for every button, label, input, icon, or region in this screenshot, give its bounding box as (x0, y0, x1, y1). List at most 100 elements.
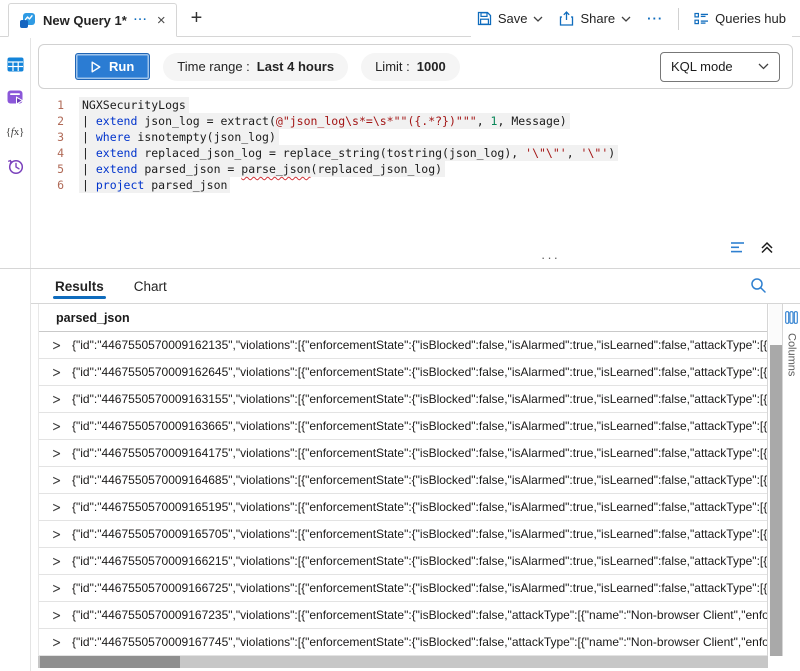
columns-panel-label: Columns (786, 333, 798, 376)
horizontal-scrollbar[interactable] (38, 656, 768, 668)
expand-row-icon[interactable]: > (52, 554, 63, 568)
save-label: Save (498, 11, 528, 26)
history-icon[interactable] (4, 156, 26, 176)
expand-row-icon[interactable]: > (52, 500, 63, 514)
expand-row-icon[interactable]: > (52, 608, 63, 622)
code-text: | where isnotempty(json_log) (79, 129, 279, 145)
results-table-body: > {"id":"4467550570009162135","violations… (39, 332, 767, 656)
queries-hub-icon (694, 12, 709, 26)
expand-row-icon[interactable]: > (52, 365, 63, 379)
save-chevron-down-icon (533, 16, 543, 22)
vertical-scrollbar[interactable] (769, 304, 782, 656)
table-row[interactable]: > {"id":"4467550570009165195","violations… (39, 494, 767, 521)
expand-row-icon[interactable]: > (52, 419, 63, 433)
saved-scripts-icon[interactable] (4, 88, 26, 108)
time-range-value: Last 4 hours (257, 59, 334, 74)
code-text: | project parsed_json (79, 177, 230, 193)
table-row[interactable]: > {"id":"4467550570009166215","violations… (39, 548, 767, 575)
line-number: 5 (38, 161, 64, 177)
expand-row-icon[interactable]: > (52, 527, 63, 541)
code-line[interactable]: 1 NGXSecurityLogs (38, 97, 790, 113)
line-number: 4 (38, 145, 64, 161)
share-button[interactable]: Share (553, 7, 637, 30)
code-text: NGXSecurityLogs (79, 97, 189, 113)
table-row[interactable]: >{"id":"4467550570009164175","violations… (39, 440, 767, 467)
row-json-text: {"id":"4467550570009167745","violations"… (72, 635, 767, 649)
code-line[interactable]: 2| extend json_log = extract(@"json_log\… (38, 113, 790, 129)
editor-footer-icons (728, 238, 776, 256)
kql-mode-value: KQL mode (671, 59, 733, 74)
limit-pill[interactable]: Limit : 1000 (361, 53, 460, 81)
format-lines-icon[interactable] (728, 239, 748, 256)
code-line[interactable]: 3 | where isnotempty(json_log) (38, 129, 790, 145)
query-editor[interactable]: 1 NGXSecurityLogs2| extend json_log = ext… (38, 97, 790, 239)
save-button[interactable]: Save (471, 7, 550, 30)
row-json-text: {"id":"4467550570009163665","violations"… (72, 419, 767, 433)
code-line[interactable]: 5| extend parsed_json = parse_json(repla… (38, 161, 790, 177)
time-range-pill[interactable]: Time range : Last 4 hours (163, 53, 348, 81)
tab-chart[interactable]: Chart (134, 269, 167, 303)
code-text: | extend json_log = extract(@"json_log\s… (79, 113, 570, 129)
kql-mode-select[interactable]: KQL mode (660, 52, 780, 82)
vertical-scrollbar-thumb[interactable] (770, 345, 782, 656)
horizontal-scrollbar-thumb[interactable] (40, 656, 180, 668)
run-button[interactable]: Run (75, 53, 150, 80)
tab-close-icon[interactable]: × (157, 13, 166, 28)
more-actions-button[interactable]: ··· (641, 7, 669, 30)
table-row[interactable]: > {"id":"4467550570009163665","violations… (39, 413, 767, 440)
expand-row-icon[interactable]: > (52, 581, 63, 595)
connections-table-icon[interactable] (4, 54, 26, 74)
row-json-text: {"id":"4467550570009165705","violations"… (72, 527, 767, 541)
row-json-text: {"id":"4467550570009166215","violations"… (72, 554, 767, 568)
expand-row-icon[interactable]: > (52, 446, 63, 460)
expand-row-icon[interactable]: > (52, 473, 63, 487)
row-json-text: {"id":"4467550570009165195","violations"… (72, 500, 767, 514)
share-chevron-down-icon (621, 16, 631, 22)
collapse-editor-chevron-up-icon[interactable] (758, 238, 776, 256)
actions-divider (678, 8, 679, 30)
column-header-parsed-json[interactable]: parsed_json (39, 304, 767, 332)
line-number: 1 (38, 97, 64, 113)
kusto-query-window: New Query 1* ··· × + Save (0, 0, 800, 671)
row-json-text: {"id":"4467550570009162135","violations"… (72, 338, 767, 352)
table-row[interactable]: >{"id":"4467550570009164685","violations… (39, 467, 767, 494)
limit-label: Limit : (375, 59, 410, 74)
expand-row-icon[interactable]: > (52, 635, 63, 649)
tab-bar: New Query 1* ··· × + Save (0, 0, 800, 37)
functions-icon[interactable]: {fx} (4, 122, 26, 142)
query-toolbar: Run Time range : Last 4 hours Limit : 10… (38, 44, 793, 89)
line-number: 3 (38, 129, 64, 145)
line-number: 6 (38, 177, 64, 193)
time-range-label: Time range : (177, 59, 250, 74)
table-row[interactable]: >{"id":"4467550570009167235","violations… (39, 602, 767, 629)
code-line[interactable]: 6 | project parsed_json (38, 177, 790, 193)
tab-new-query[interactable]: New Query 1* ··· × (8, 3, 177, 37)
code-text: | extend replaced_json_log = replace_str… (79, 145, 618, 161)
tab-title: New Query 1* (43, 13, 127, 28)
table-row[interactable]: > {"id":"4467550570009167745","violations… (39, 629, 767, 656)
new-tab-button[interactable]: + (191, 8, 203, 28)
columns-panel-toggle[interactable]: Columns (782, 304, 800, 656)
limit-value: 1000 (417, 59, 446, 74)
columns-icon (785, 311, 798, 324)
table-row[interactable]: >{"id":"4467550570009166725","violations… (39, 575, 767, 602)
code-line[interactable]: 4 | extend replaced_json_log = replace_st… (38, 145, 790, 161)
table-row[interactable]: > {"id":"4467550570009165705","violations… (39, 521, 767, 548)
expand-row-icon[interactable]: > (52, 392, 63, 406)
queries-hub-button[interactable]: Queries hub (688, 7, 792, 30)
table-row[interactable]: > {"id":"4467550570009162135","violations… (39, 332, 767, 359)
search-results-icon[interactable] (750, 277, 767, 297)
results-tab-bar: Results Chart (38, 269, 740, 303)
row-json-text: {"id":"4467550570009162645","violations"… (72, 365, 767, 379)
tab-more-icon[interactable]: ··· (134, 15, 148, 26)
run-label: Run (109, 59, 134, 74)
panel-resize-handle[interactable]: ··· (541, 251, 560, 264)
results-table: parsed_json > {"id":"4467550570009162135"… (38, 304, 768, 656)
tab-results[interactable]: Results (55, 269, 104, 303)
table-row[interactable]: > {"id":"4467550570009162645","violations… (39, 359, 767, 386)
share-label: Share (580, 11, 615, 26)
play-icon (91, 61, 101, 73)
expand-row-icon[interactable]: > (52, 338, 63, 352)
table-row[interactable]: >{"id":"4467550570009163155","violations… (39, 386, 767, 413)
left-rail: {fx} (0, 38, 31, 671)
